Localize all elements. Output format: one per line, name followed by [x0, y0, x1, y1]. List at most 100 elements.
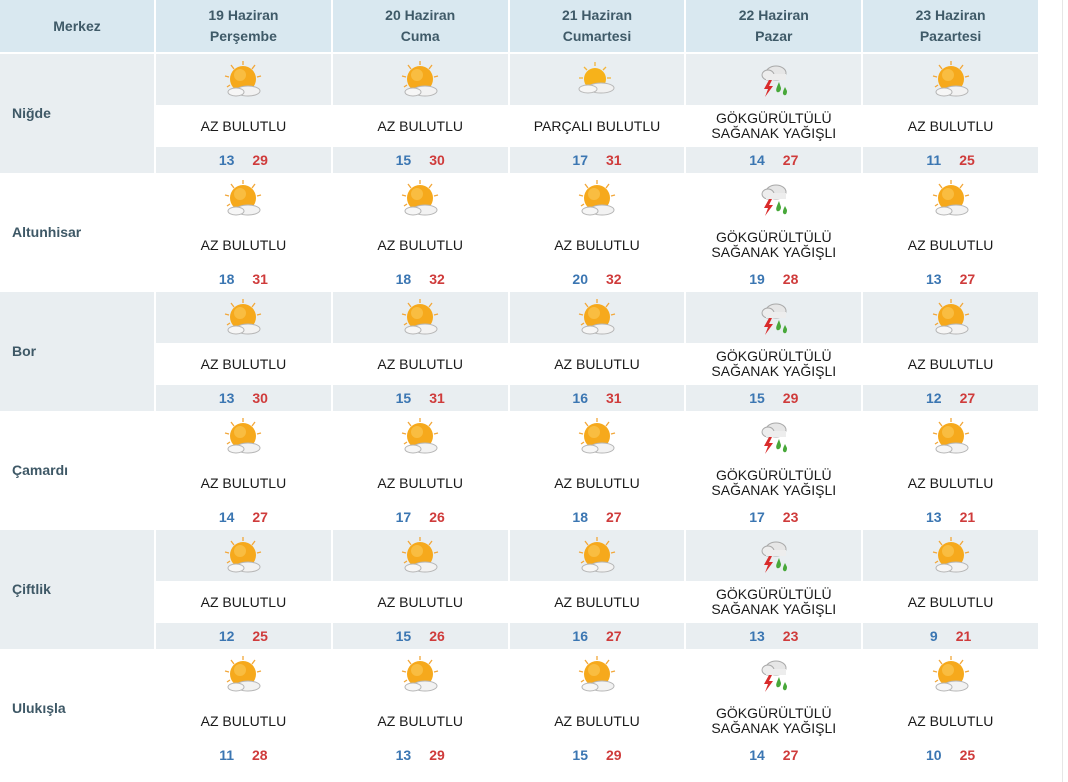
min-temp: 14 — [218, 509, 235, 525]
condition-cell: AZ BULUTLU — [508, 224, 687, 266]
min-temp: 18 — [395, 271, 412, 287]
temperature-cell: 15 30 — [331, 147, 510, 173]
min-temp: 17 — [572, 152, 588, 168]
partly-sunny-icon — [223, 536, 263, 576]
temperature-cell: 15 29 — [508, 742, 687, 768]
condition-cell: GÖKGÜRÜLTÜLÜ SAĞANAK YAĞIŞLI — [685, 581, 864, 623]
header-day-name: Perşembe — [209, 28, 277, 44]
condition-cell: AZ BULUTLU — [331, 462, 510, 504]
temperature-cell: 13 21 — [862, 504, 1040, 530]
partly-sunny-icon — [931, 536, 971, 576]
condition-text: GÖKGÜRÜLTÜLÜ — [715, 586, 832, 602]
weather-icon-cell — [331, 411, 510, 462]
header-day-name: Pazartesi — [919, 28, 982, 44]
city-cell: Ulukışla — [0, 649, 156, 768]
condition-cell: AZ BULUTLU — [155, 224, 333, 266]
partly-sunny-icon — [400, 536, 440, 576]
partly-sunny-icon — [931, 179, 971, 219]
max-temp: 27 — [605, 509, 622, 525]
condition-cell: AZ BULUTLU — [331, 343, 510, 385]
weather-icon-cell — [685, 530, 864, 581]
weather-icon-cell — [685, 173, 864, 224]
min-temp: 13 — [395, 747, 412, 763]
weather-icon-cell — [331, 292, 510, 343]
temperature-cell: 15 29 — [685, 385, 864, 411]
max-temp: 27 — [959, 271, 976, 287]
condition-cell: AZ BULUTLU — [862, 343, 1040, 385]
temperature-cell: 14 27 — [155, 504, 333, 530]
condition-text: AZ BULUTLU — [907, 593, 994, 610]
condition-text: AZ BULUTLU — [554, 474, 640, 491]
condition-cell: AZ BULUTLU — [331, 105, 510, 147]
temperature-cell: 18 27 — [508, 504, 687, 530]
max-temp: 25 — [959, 152, 975, 168]
icon-row: Ulukışla — [0, 649, 1040, 768]
max-temp: 27 — [782, 152, 799, 168]
max-temp: 29 — [605, 747, 622, 763]
condition-text: GÖKGÜRÜLTÜLÜ — [715, 110, 832, 126]
weather-icon-cell — [862, 292, 1040, 343]
min-temp: 18 — [572, 509, 588, 525]
condition-text: AZ BULUTLU — [907, 712, 994, 729]
weather-icon-cell — [685, 53, 864, 105]
min-temp: 14 — [749, 747, 765, 763]
partly-sunny-icon — [577, 536, 617, 576]
weather-icon-cell — [862, 411, 1040, 462]
condition-cell: AZ BULUTLU — [331, 581, 510, 623]
partly-sunny-icon — [223, 417, 263, 457]
temperature-row: 14 27 17 26 18 27 17 23 13 21 — [0, 504, 1040, 530]
condition-text: AZ BULUTLU — [554, 355, 640, 372]
partly-sunny-icon — [400, 655, 440, 695]
partly-sunny-icon — [223, 60, 263, 100]
max-temp: 29 — [782, 390, 799, 406]
condition-text: AZ BULUTLU — [907, 117, 994, 134]
weather-icon-cell — [331, 530, 510, 581]
condition-text: GÖKGÜRÜLTÜLÜ — [715, 229, 832, 245]
weather-icon-cell — [862, 53, 1040, 105]
max-temp: 29 — [252, 152, 268, 168]
condition-cell: GÖKGÜRÜLTÜLÜ SAĞANAK YAĞIŞLI — [685, 105, 864, 147]
weather-icon-cell — [508, 292, 687, 343]
condition-cell: AZ BULUTLU — [155, 581, 333, 623]
max-temp: 30 — [252, 390, 268, 406]
condition-cell: AZ BULUTLU — [862, 581, 1040, 623]
weather-icon-cell — [155, 649, 333, 700]
header-day-date: 22 Haziran — [738, 7, 809, 23]
condition-cell: AZ BULUTLU — [862, 224, 1040, 266]
condition-text: SAĞANAK YAĞIŞLI — [711, 601, 837, 617]
weather-icon-cell — [685, 292, 864, 343]
min-temp: 16 — [572, 390, 588, 406]
min-temp: 15 — [395, 152, 412, 168]
condition-text: AZ BULUTLU — [554, 593, 640, 610]
condition-text: AZ BULUTLU — [200, 117, 287, 134]
condition-text: AZ BULUTLU — [377, 355, 463, 372]
min-temp: 13 — [926, 509, 942, 525]
max-temp: 28 — [782, 271, 799, 287]
icon-row: Altunhisar — [0, 173, 1040, 292]
min-temp: 20 — [572, 271, 588, 287]
forecast-table: Merkez 19 Haziran Perşembe 20 Haziran Cuma… — [0, 0, 1040, 768]
min-temp: 12 — [926, 390, 942, 406]
condition-row: AZ BULUTLU AZ BULUTLU AZ BULUTLU GÖKGÜRÜLTÜ… — [0, 343, 1040, 385]
max-temp: 27 — [782, 747, 799, 763]
partly-sunny-icon — [577, 655, 617, 695]
partly-sunny-icon — [400, 179, 440, 219]
condition-row: AZ BULUTLU AZ BULUTLU PARÇALI BULUTLU GÖKGÜ… — [0, 105, 1040, 147]
city-cell: Bor — [0, 292, 156, 411]
condition-text: AZ BULUTLU — [200, 712, 287, 729]
condition-text: AZ BULUTLU — [200, 593, 287, 610]
icon-row: Bor — [0, 292, 1040, 411]
temperature-cell: 15 31 — [331, 385, 510, 411]
city-name: Çamardı — [12, 462, 69, 478]
condition-text: AZ BULUTLU — [907, 236, 994, 253]
temperature-cell: 13 23 — [685, 623, 864, 649]
temperature-cell: 17 26 — [331, 504, 510, 530]
temperature-cell: 17 23 — [685, 504, 864, 530]
max-temp: 31 — [605, 152, 622, 168]
condition-row: AZ BULUTLU AZ BULUTLU AZ BULUTLU GÖKGÜRÜLTÜ… — [0, 700, 1040, 742]
weather-icon-cell — [155, 292, 333, 343]
thunderstorm-icon — [754, 536, 794, 576]
partly-sunny-icon — [931, 417, 971, 457]
max-temp: 31 — [252, 271, 268, 287]
condition-text: AZ BULUTLU — [907, 355, 994, 372]
